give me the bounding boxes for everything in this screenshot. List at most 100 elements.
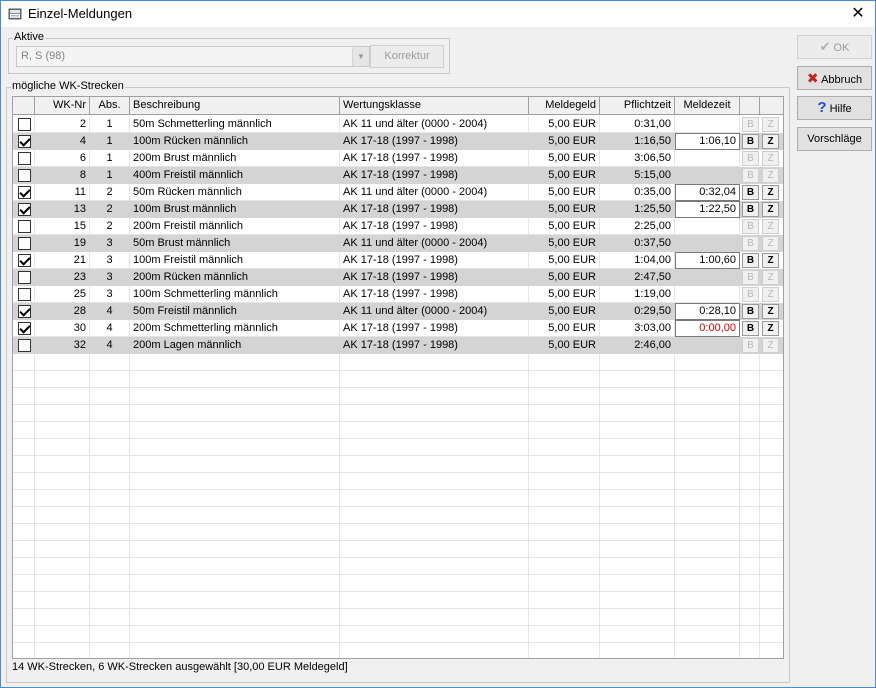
z-button[interactable]: Z (762, 134, 779, 149)
header-b[interactable] (740, 97, 760, 115)
header-wertungsklasse[interactable]: Wertungsklasse (340, 97, 529, 115)
meldegeld-cell: 5,00 EUR (529, 218, 600, 235)
abbruch-button[interactable]: ✖ Abbruch (797, 66, 872, 90)
row-checkbox[interactable] (18, 322, 31, 335)
beschreibung-cell: 100m Schmetterling männlich (130, 286, 340, 303)
meldezeit-input[interactable]: 0:00,00 (675, 320, 740, 337)
table-row[interactable]: 11 2 50m Rücken männlich AK 11 und älter (0… (13, 184, 783, 201)
empty-cell (600, 524, 675, 541)
b-button[interactable]: B (742, 236, 759, 251)
close-button[interactable]: ✕ (847, 3, 869, 25)
table-row[interactable]: 32 4 200m Lagen männlich AK 17-18 (1997 - 1… (13, 337, 783, 354)
table-row[interactable]: 21 3 100m Freistil männlich AK 17-18 (1997 … (13, 252, 783, 269)
korrektur-button[interactable]: Korrektur (370, 45, 444, 68)
row-checkbox[interactable] (18, 135, 31, 148)
header-wk-nr[interactable]: WK-Nr (35, 97, 90, 115)
header-pflichtzeit[interactable]: Pflichtzeit (600, 97, 675, 115)
b-button[interactable]: B (742, 134, 759, 149)
b-button[interactable]: B (742, 151, 759, 166)
wk-nr-cell: 13 (35, 201, 90, 218)
header-beschreibung[interactable]: Beschreibung (130, 97, 340, 115)
row-checkbox[interactable] (18, 118, 31, 131)
table-row[interactable]: 30 4 200m Schmetterling männlich AK 17-18 (… (13, 320, 783, 337)
row-checkbox[interactable] (18, 305, 31, 318)
b-button[interactable]: B (742, 321, 759, 336)
header-z[interactable] (760, 97, 783, 115)
b-button[interactable]: B (742, 219, 759, 234)
wertungsklasse-cell: AK 17-18 (1997 - 1998) (340, 269, 529, 286)
b-button[interactable]: B (742, 202, 759, 217)
z-button[interactable]: Z (762, 168, 779, 183)
z-button[interactable]: Z (762, 304, 779, 319)
z-button[interactable]: Z (762, 287, 779, 302)
vorschlaege-button[interactable]: Vorschläge (797, 127, 872, 151)
table-row[interactable]: 23 3 200m Rücken männlich AK 17-18 (1997 - … (13, 269, 783, 286)
row-checkbox[interactable] (18, 220, 31, 233)
meldezeit-input[interactable]: 0:28,10 (675, 303, 740, 320)
hilfe-button[interactable]: ? Hilfe (797, 96, 872, 120)
empty-cell (130, 405, 340, 422)
row-checkbox[interactable] (18, 237, 31, 250)
table-row[interactable]: 8 1 400m Freistil männlich AK 17-18 (1997 -… (13, 167, 783, 184)
header-meldegeld[interactable]: Meldegeld (529, 97, 600, 115)
meldezeit-input[interactable]: 1:00,60 (675, 252, 740, 269)
row-checkbox[interactable] (18, 288, 31, 301)
row-select-cell (13, 218, 35, 235)
b-button[interactable]: B (742, 287, 759, 302)
meldezeit-cell (675, 286, 740, 303)
meldezeit-input[interactable]: 0:32,04 (675, 184, 740, 201)
z-button[interactable]: Z (762, 236, 779, 251)
empty-row (13, 643, 783, 658)
beschreibung-cell: 200m Brust männlich (130, 150, 340, 167)
row-checkbox[interactable] (18, 169, 31, 182)
z-button[interactable]: Z (762, 219, 779, 234)
b-button[interactable]: B (742, 338, 759, 353)
z-button[interactable]: Z (762, 321, 779, 336)
row-select-cell (13, 150, 35, 167)
empty-cell (529, 371, 600, 388)
meldezeit-input[interactable]: 1:06,10 (675, 133, 740, 150)
b-button[interactable]: B (742, 304, 759, 319)
b-button[interactable]: B (742, 253, 759, 268)
table-row[interactable]: 2 1 50m Schmetterling männlich AK 11 und äl… (13, 116, 783, 133)
app-icon (8, 8, 22, 20)
header-meldezeit[interactable]: Meldezeit (675, 97, 740, 115)
empty-cell (90, 388, 130, 405)
chevron-down-icon[interactable]: ▼ (352, 47, 369, 66)
row-checkbox[interactable] (18, 152, 31, 165)
abs-cell: 4 (90, 320, 130, 337)
table-row[interactable]: 25 3 100m Schmetterling männlich AK 17-18 (… (13, 286, 783, 303)
beschreibung-cell: 50m Freistil männlich (130, 303, 340, 320)
row-checkbox[interactable] (18, 203, 31, 216)
row-checkbox[interactable] (18, 254, 31, 267)
header-select[interactable] (13, 97, 35, 115)
table-row[interactable]: 15 2 200m Freistil männlich AK 17-18 (1997 … (13, 218, 783, 235)
z-button[interactable]: Z (762, 338, 779, 353)
empty-cell (130, 592, 340, 609)
z-button[interactable]: Z (762, 202, 779, 217)
z-button[interactable]: Z (762, 270, 779, 285)
row-checkbox[interactable] (18, 339, 31, 352)
aktive-combo[interactable]: R, S (98) ▼ (16, 46, 370, 67)
z-button[interactable]: Z (762, 185, 779, 200)
meldezeit-input[interactable]: 1:22,50 (675, 201, 740, 218)
b-button[interactable]: B (742, 168, 759, 183)
row-checkbox[interactable] (18, 271, 31, 284)
z-button[interactable]: Z (762, 253, 779, 268)
table-row[interactable]: 4 1 100m Rücken männlich AK 17-18 (1997 - 1… (13, 133, 783, 150)
table-row[interactable]: 19 3 50m Brust männlich AK 11 und älter (00… (13, 235, 783, 252)
header-abs[interactable]: Abs. (90, 97, 130, 115)
b-button[interactable]: B (742, 185, 759, 200)
b-button[interactable]: B (742, 270, 759, 285)
z-button[interactable]: Z (762, 151, 779, 166)
b-button[interactable]: B (742, 117, 759, 132)
table-row[interactable]: 28 4 50m Freistil männlich AK 11 und älter … (13, 303, 783, 320)
table-row[interactable]: 6 1 200m Brust männlich AK 17-18 (1997 - 19… (13, 150, 783, 167)
row-checkbox[interactable] (18, 186, 31, 199)
table-row[interactable]: 13 2 100m Brust männlich AK 17-18 (1997 - 1… (13, 201, 783, 218)
empty-cell (35, 490, 90, 507)
empty-cell (740, 422, 760, 439)
z-button[interactable]: Z (762, 117, 779, 132)
empty-cell (760, 575, 783, 592)
ok-button[interactable]: ✔ OK (797, 35, 872, 59)
